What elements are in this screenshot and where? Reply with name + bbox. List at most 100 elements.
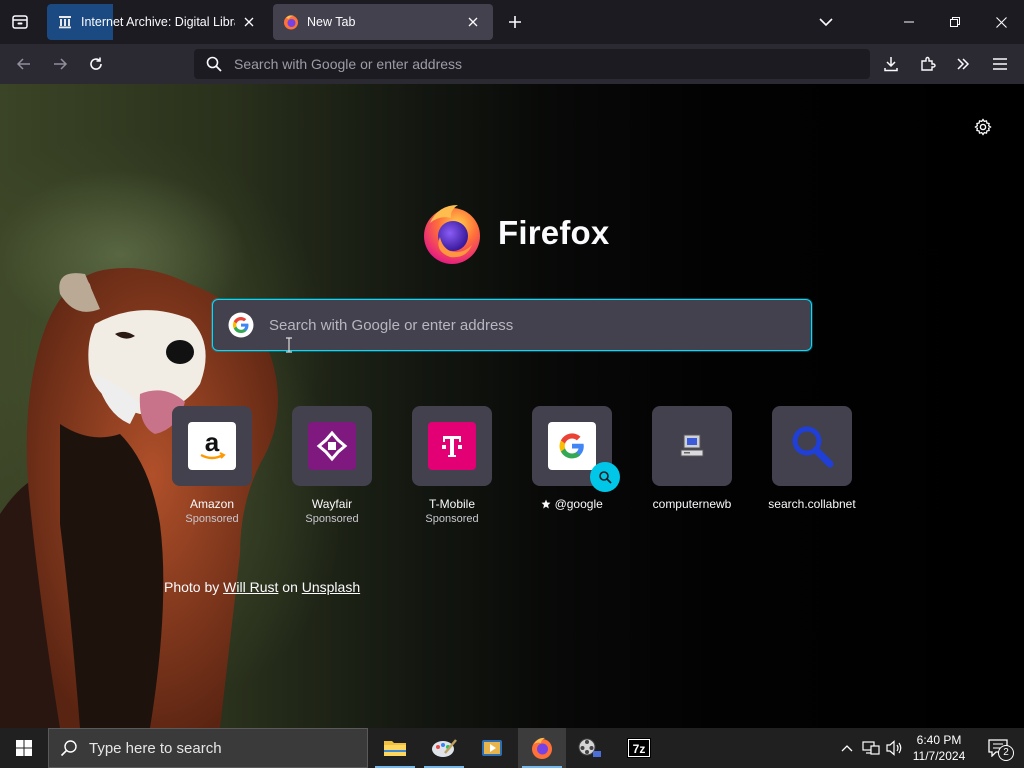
- sponsored-label: Sponsored: [425, 513, 479, 525]
- extensions-button[interactable]: [913, 49, 943, 79]
- pin-icon: [541, 499, 551, 509]
- author-link[interactable]: Will Rust: [223, 579, 278, 595]
- show-hidden-icons-button[interactable]: [838, 728, 856, 768]
- minimize-button[interactable]: [886, 0, 932, 44]
- svg-text:7z: 7z: [633, 742, 646, 756]
- tab-title: Internet Archive: Digital Library: [81, 15, 235, 29]
- taskbar-firefox[interactable]: [518, 728, 566, 768]
- action-center-button[interactable]: 2: [978, 728, 1018, 768]
- google-icon: [213, 312, 269, 338]
- gear-icon: [974, 118, 992, 136]
- reload-button[interactable]: [81, 49, 111, 79]
- system-clock[interactable]: 6:40 PM 11/7/2024: [900, 732, 978, 764]
- close-icon: [995, 16, 1007, 28]
- start-button[interactable]: [0, 728, 48, 768]
- personalize-settings-button[interactable]: [970, 114, 996, 140]
- shortcut-label-text: @google: [554, 497, 603, 511]
- tab-strip: Internet Archive: Digital Library New Ta…: [0, 0, 1024, 44]
- close-tab-icon[interactable]: [463, 12, 483, 32]
- app-menu-button[interactable]: [985, 49, 1015, 79]
- new-tab-button[interactable]: [502, 8, 528, 36]
- taskbar-movie-maker[interactable]: [566, 728, 614, 768]
- new-tab-page: Firefox a Amazon Sponsored Wayfair S: [0, 84, 1024, 728]
- taskbar-file-explorer[interactable]: [371, 728, 419, 768]
- firefox-view-button[interactable]: [6, 8, 34, 36]
- shortcut-computernewb[interactable]: computernewb: [642, 406, 742, 511]
- close-window-button[interactable]: [978, 0, 1024, 44]
- forward-button[interactable]: [45, 49, 75, 79]
- tile-box: [292, 406, 372, 486]
- notification-count: 2: [998, 745, 1014, 761]
- puzzle-icon: [921, 56, 936, 71]
- tmobile-logo-icon: [428, 422, 476, 470]
- taskbar-media-player[interactable]: [468, 728, 516, 768]
- credit-mid: on: [282, 579, 298, 595]
- magnifier-icon: [788, 422, 836, 470]
- firefox-brand: Firefox: [420, 200, 609, 266]
- tab-new-tab[interactable]: New Tab: [273, 4, 493, 40]
- tile-box: [772, 406, 852, 486]
- credit-prefix: Photo by: [164, 579, 220, 595]
- taskbar-paint-app[interactable]: [420, 728, 468, 768]
- computer-icon: [668, 422, 716, 470]
- unsplash-link[interactable]: Unsplash: [302, 579, 360, 595]
- address-input[interactable]: [234, 56, 870, 72]
- firefox-icon: [283, 14, 299, 30]
- shortcut-tmobile[interactable]: T-Mobile Sponsored: [402, 406, 502, 525]
- taskbar-7zip[interactable]: 7z: [615, 728, 663, 768]
- navigation-toolbar: [0, 44, 1024, 84]
- restore-button[interactable]: [932, 0, 978, 44]
- media-player-icon: [482, 740, 502, 756]
- network-icon: [862, 741, 880, 755]
- tab-title: New Tab: [307, 15, 356, 29]
- taskbar-search-box[interactable]: [48, 728, 368, 768]
- minimize-icon: [904, 21, 914, 23]
- shortcut-label: T-Mobile: [428, 497, 475, 511]
- newtab-search-input[interactable]: [269, 316, 811, 334]
- tile-box: a: [172, 406, 252, 486]
- windows-logo-icon: [16, 740, 32, 756]
- firefox-wordmark: Firefox: [498, 214, 610, 251]
- restore-icon: [950, 17, 960, 27]
- firefox-view-icon: [12, 15, 28, 29]
- overflow-menu-button[interactable]: [948, 49, 978, 79]
- amazon-logo-icon: a: [188, 422, 236, 470]
- plus-icon: [509, 16, 521, 28]
- firefox-icon: [532, 737, 552, 759]
- search-icon: [194, 56, 234, 72]
- shortcut-wayfair[interactable]: Wayfair Sponsored: [282, 406, 382, 525]
- forward-arrow-icon: [54, 58, 68, 70]
- sponsored-label: Sponsored: [305, 513, 359, 525]
- download-icon: [884, 57, 898, 72]
- shortcut-collabnet[interactable]: search.collabnet: [762, 406, 862, 511]
- google-logo-icon: [548, 422, 596, 470]
- newtab-search-box[interactable]: [212, 299, 812, 351]
- tile-box: [652, 406, 732, 486]
- tab-internet-archive[interactable]: Internet Archive: Digital Library: [47, 4, 269, 40]
- wallpaper-credit: Photo by Will Rust on Unsplash: [164, 579, 360, 595]
- folder-icon: [384, 741, 406, 756]
- shortcut-label: Wayfair: [311, 497, 353, 511]
- address-bar[interactable]: [194, 49, 870, 79]
- downloads-button[interactable]: [876, 49, 906, 79]
- search-icon: [599, 471, 612, 484]
- list-all-tabs-button[interactable]: [812, 8, 840, 36]
- film-reel-icon: [578, 738, 601, 757]
- shortcut-label: computernewb: [652, 497, 732, 511]
- sponsored-label: Sponsored: [185, 513, 239, 525]
- clock-date: 11/7/2024: [912, 749, 966, 763]
- chevron-up-icon: [841, 745, 853, 752]
- taskbar-search-input[interactable]: [89, 739, 349, 757]
- close-tab-icon[interactable]: [239, 12, 259, 32]
- wayfair-logo-icon: [308, 422, 356, 470]
- shortcut-amazon[interactable]: a Amazon Sponsored: [162, 406, 262, 525]
- search-shortcut-badge: [590, 462, 620, 492]
- tile-box: [532, 406, 620, 492]
- text-cursor-icon: [286, 337, 292, 353]
- network-tray-icon[interactable]: [860, 728, 882, 768]
- clock-time: 6:40 PM: [916, 733, 962, 747]
- 7zip-icon: 7z: [627, 738, 651, 758]
- back-button[interactable]: [9, 49, 39, 79]
- back-arrow-icon: [16, 58, 30, 70]
- shortcut-google[interactable]: @google: [522, 406, 622, 511]
